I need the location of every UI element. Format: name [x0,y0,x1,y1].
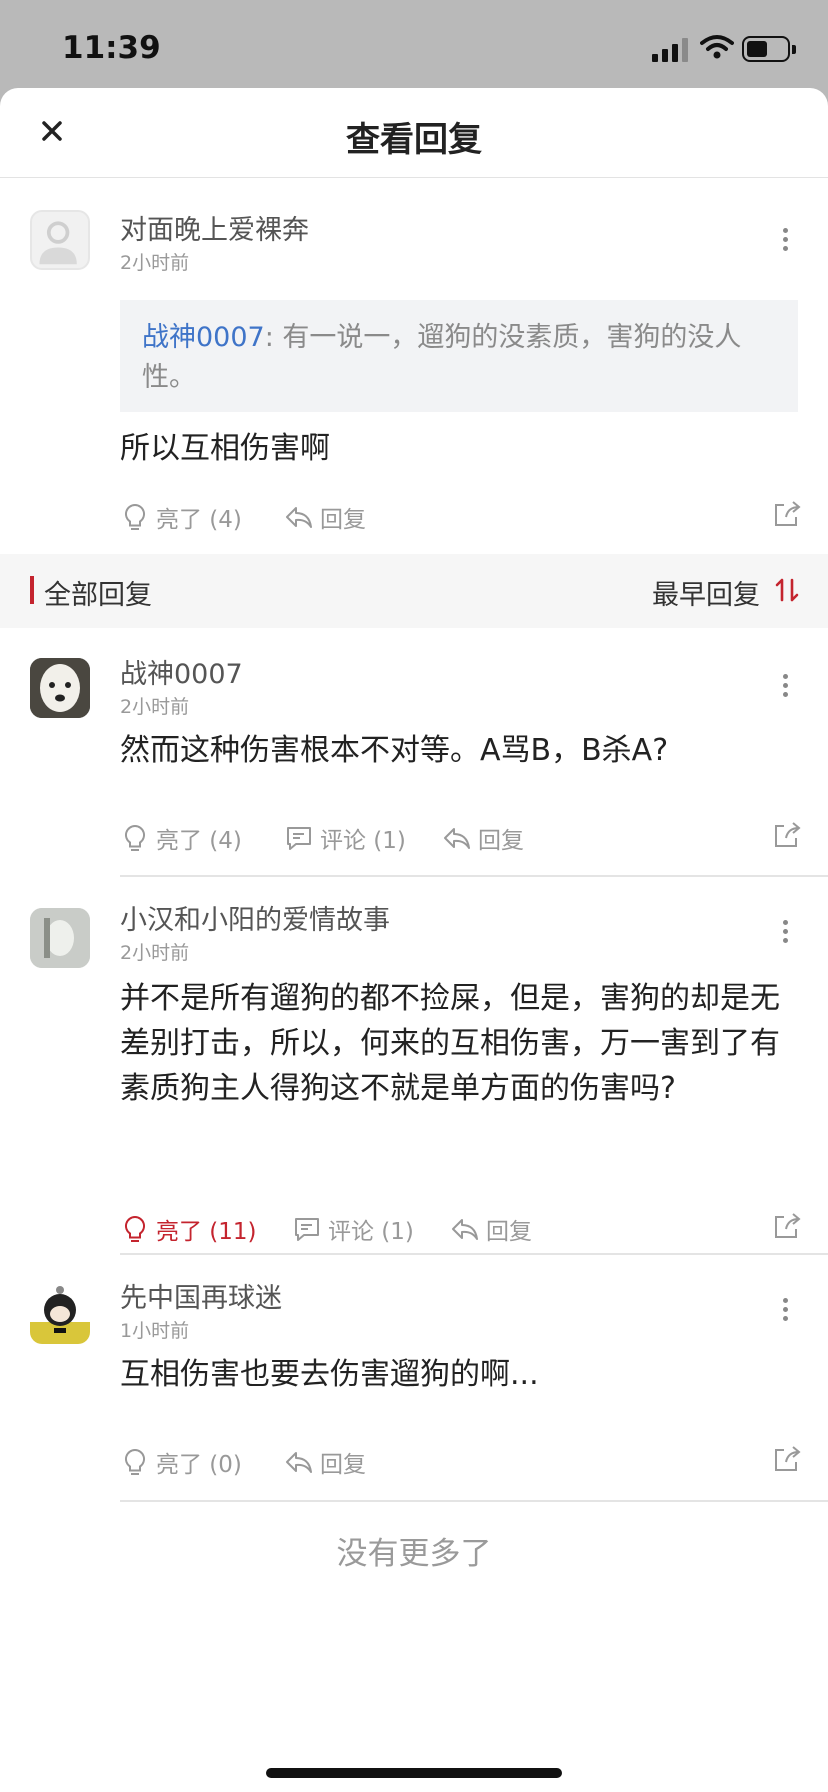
status-time: 11:39 [62,30,161,66]
section-marker [30,576,34,604]
cartoon-avatar-icon [30,1286,90,1344]
action-row: 亮了 (4) 评论 (1) 回复 [120,818,808,858]
like-count: 亮了 (4) [156,507,242,533]
replies-section-header: 全部回复 最早回复 [0,554,828,628]
reply-button[interactable]: 回复 [442,818,524,858]
comment-count: 评论 (1) [328,1219,414,1245]
avatar[interactable] [30,908,90,968]
post-time: 2小时前 [120,942,190,964]
bulb-icon [124,824,146,851]
action-row: 亮了 (0) 回复 [120,1442,808,1482]
more-icon[interactable] [780,920,790,948]
main-post: 对面晚上爱裸奔 2小时前 战神0007: 有一说一，遛狗的没素质，害狗的没人性。… [0,88,828,554]
bulb-icon [124,1215,146,1242]
quote-separator: : [264,322,283,353]
share-icon[interactable] [772,499,802,529]
photo-avatar-icon [30,908,90,968]
home-indicator[interactable] [266,1768,562,1778]
dog-avatar-icon [30,658,90,718]
wifi-icon [700,35,734,59]
share-icon[interactable] [772,1444,802,1474]
status-bar: 11:39 [0,0,828,88]
more-icon[interactable] [780,228,790,256]
share-icon[interactable] [772,820,802,850]
avatar[interactable] [30,658,90,718]
action-row: 亮了 (4) 回复 [120,497,808,537]
reply-text: 并不是所有遛狗的都不捡屎，但是，害狗的却是无差别打击，所以，何来的互相伤害，万一… [120,981,780,1106]
comment-count: 评论 (1) [320,828,406,854]
comment-button[interactable]: 评论 (1) [284,818,406,858]
like-count: 亮了 (4) [156,828,242,854]
divider [120,1500,828,1502]
reply-button[interactable]: 回复 [284,497,366,537]
reply-icon [286,507,312,528]
reply-text: 互相伤害也要去伤害遛狗的啊... [120,1357,539,1392]
post-time: 1小时前 [120,1320,190,1342]
comment-icon [287,827,311,850]
bulb-icon [124,1448,146,1475]
default-avatar-icon [39,221,77,265]
comment-button[interactable]: 评论 (1) [292,1209,414,1249]
sort-button[interactable]: 最早回复 [652,573,760,612]
reply-label: 回复 [320,1452,366,1478]
action-row: 亮了 (11) 评论 (1) 回复 [120,1209,808,1249]
avatar[interactable] [30,1284,90,1344]
avatar[interactable] [30,210,90,270]
reply-icon [286,1452,312,1473]
comment-icon [295,1218,319,1241]
like-button[interactable]: 亮了 (11) [120,1209,257,1249]
all-replies-label: 全部回复 [44,580,152,611]
reply-label: 回复 [320,507,366,533]
like-button[interactable]: 亮了 (0) [120,1442,242,1482]
bulb-icon [124,503,146,530]
like-count: 亮了 (0) [156,1452,242,1478]
reply-label: 回复 [478,828,524,854]
username[interactable]: 先中国再球迷 [120,1276,282,1315]
sort-icon[interactable] [774,576,800,604]
quoted-comment[interactable]: 战神0007: 有一说一，遛狗的没素质，害狗的没人性。 [120,300,798,412]
quote-username[interactable]: 战神0007 [142,322,265,353]
like-button[interactable]: 亮了 (4) [120,818,242,858]
username[interactable]: 小汉和小阳的爱情故事 [120,898,390,937]
more-icon[interactable] [780,1298,790,1326]
post-time: 2小时前 [120,696,190,718]
reply-icon [452,1219,478,1240]
like-count: 亮了 (11) [156,1219,257,1245]
no-more-label: 没有更多了 [336,1536,492,1572]
like-button[interactable]: 亮了 (4) [120,497,242,537]
reply-label: 回复 [486,1219,532,1245]
post-time: 2小时前 [120,252,190,274]
signal-icon [652,38,690,62]
reply-icon [444,828,470,849]
post-text: 所以互相伤害啊 [120,431,330,466]
reply-text: 然而这种伤害根本不对等。A骂B，B杀A? [120,733,669,768]
share-icon[interactable] [772,1211,802,1241]
battery-icon [742,36,796,62]
reply-button[interactable]: 回复 [284,1442,366,1482]
reply-button[interactable]: 回复 [450,1209,532,1249]
username[interactable]: 战神0007 [120,652,243,691]
reply-sheet: 查看回复 对面晚上爱裸奔 2小时前 战神0007: 有一说一，遛狗的没素质，害狗… [0,88,828,1792]
username[interactable]: 对面晚上爱裸奔 [120,208,309,247]
more-icon[interactable] [780,674,790,702]
